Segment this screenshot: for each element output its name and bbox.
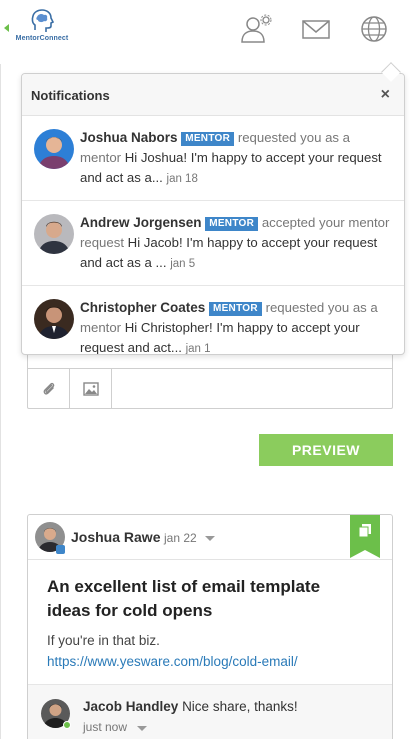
notifications-popup: Notifications × Joshua Nabors MENTOR req… — [21, 73, 405, 355]
online-status-dot — [63, 721, 71, 729]
comment-author[interactable]: Jacob Handley — [83, 699, 178, 714]
chevron-down-icon[interactable] — [137, 726, 147, 731]
status-indicator — [56, 545, 65, 554]
notifications-title: Notifications — [31, 88, 110, 103]
brain-head-icon — [31, 9, 55, 32]
notification-text: Andrew Jorgensen MENTOR accepted your me… — [80, 213, 390, 274]
notification-date: jan 1 — [185, 343, 211, 355]
notification-text: Christopher Coates MENTOR requested you … — [80, 298, 390, 355]
left-border — [0, 64, 1, 739]
notification-text: Joshua Nabors MENTOR requested you as a … — [80, 128, 390, 189]
notification-name[interactable]: Christopher Coates — [80, 300, 205, 315]
post-title: An excellent list of email template idea… — [47, 577, 321, 620]
close-icon[interactable]: × — [381, 86, 390, 104]
user-settings-icon[interactable] — [239, 14, 272, 44]
preview-button[interactable]: PREVIEW — [259, 434, 393, 466]
back-arrow-icon[interactable] — [4, 24, 9, 32]
mentor-badge: MENTOR — [208, 302, 262, 316]
notification-item[interactable]: Joshua Nabors MENTOR requested you as a … — [22, 116, 404, 201]
comment-text: Jacob Handley Nice share, thanks! — [83, 699, 298, 714]
editor-toolbar — [28, 368, 392, 408]
logo[interactable]: MentorConnect — [14, 8, 70, 48]
post-date: jan 22 — [164, 531, 197, 545]
mentor-badge: MENTOR — [205, 217, 259, 231]
avatar — [34, 129, 74, 169]
comment: Jacob Handley Nice share, thanks! just n… — [28, 684, 392, 739]
comment-time: just now — [83, 720, 128, 734]
notifications-header: Notifications × — [22, 74, 404, 116]
image-icon[interactable] — [70, 369, 112, 408]
notification-item[interactable]: Andrew Jorgensen MENTOR accepted your me… — [22, 201, 404, 286]
notification-message: Hi Christopher! I'm happy to accept your… — [80, 320, 360, 355]
post-link[interactable]: https://www.yesware.com/blog/cold-email/ — [47, 654, 298, 669]
notification-name[interactable]: Joshua Nabors — [80, 130, 178, 145]
globe-icon[interactable] — [359, 14, 389, 44]
notification-message: Hi Joshua! I'm happy to accept your requ… — [80, 150, 382, 185]
notification-date: jan 18 — [166, 173, 198, 185]
avatar — [34, 214, 74, 254]
notification-message: Hi Jacob! I'm happy to accept your reque… — [80, 235, 378, 270]
app-header: MentorConnect — [0, 0, 413, 64]
post-header: Joshua Rawe jan 22 — [28, 515, 392, 560]
notification-date: jan 5 — [170, 258, 196, 270]
document-icon — [359, 524, 371, 537]
notification-item[interactable]: Christopher Coates MENTOR requested you … — [22, 286, 404, 355]
paperclip-icon[interactable] — [28, 369, 70, 408]
post-card: Joshua Rawe jan 22 An excellent list of … — [27, 514, 393, 739]
mail-icon[interactable] — [301, 14, 331, 44]
post-body: If you're in that biz. — [47, 633, 160, 648]
post-author[interactable]: Joshua Rawe — [71, 529, 160, 545]
avatar — [34, 299, 74, 339]
logo-text: MentorConnect — [15, 35, 69, 42]
chevron-down-icon[interactable] — [205, 536, 215, 541]
mentor-badge: MENTOR — [181, 132, 235, 146]
comment-body: Nice share, thanks! — [182, 699, 298, 714]
bookmark-ribbon[interactable] — [350, 515, 380, 558]
notification-name[interactable]: Andrew Jorgensen — [80, 215, 202, 230]
